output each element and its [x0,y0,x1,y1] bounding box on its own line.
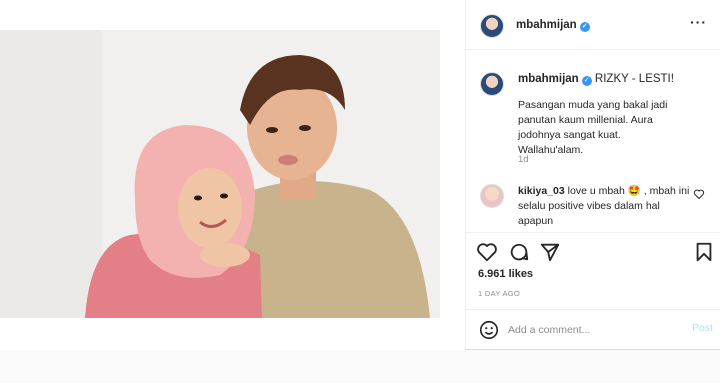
username-text[interactable]: mbahmijan [516,19,577,31]
emoji-icon[interactable] [478,319,500,341]
caption-header: mbahmijan ✓ RIZKY - LESTI! [518,73,674,86]
caption-avatar[interactable] [480,72,504,96]
add-comment-input[interactable] [508,321,668,339]
share-icon[interactable] [539,241,561,263]
comment: kikiya_03 love u mbah 🤩 , mbah ini selal… [518,184,693,229]
verified-badge-icon: ✓ [579,22,590,32]
caption-age[interactable]: 1d [518,154,529,165]
comment-icon[interactable] [508,241,530,263]
post-side-panel: mbahmijan ✓ ··· mbahmijan ✓ RIZKY - LESTI!… [465,0,720,350]
heart-icon[interactable] [476,241,498,263]
header-username[interactable]: mbahmijan ✓ [516,19,590,32]
post-comment-button[interactable]: Post [692,322,713,334]
post-header: mbahmijan ✓ ··· [466,0,720,50]
verified-badge-icon: ✓ [581,76,592,86]
bookmark-icon[interactable] [693,241,715,263]
photo-area [0,0,465,350]
couple-photo-illustration [0,30,440,318]
add-comment-bar: Post [466,309,720,350]
comment-heart-icon[interactable] [693,188,705,200]
caption-body: Pasangan muda yang bakal jadi panutan ka… [518,99,668,156]
post-photo[interactable] [0,30,440,318]
commenter-avatar[interactable] [480,184,504,208]
more-options-icon[interactable]: ··· [690,14,707,30]
action-bar [466,232,720,296]
posted-ago[interactable]: 1 DAY AGO [478,289,520,298]
likes-count[interactable]: 6.961 likes [478,268,533,280]
caption-title: RIZKY - LESTI! [594,73,674,85]
caption-username[interactable]: mbahmijan [518,73,579,85]
avatar[interactable] [480,14,504,38]
comment-username[interactable]: kikiya_03 [518,185,565,197]
post-container: mbahmijan ✓ ··· mbahmijan ✓ RIZKY - LESTI!… [0,0,720,350]
